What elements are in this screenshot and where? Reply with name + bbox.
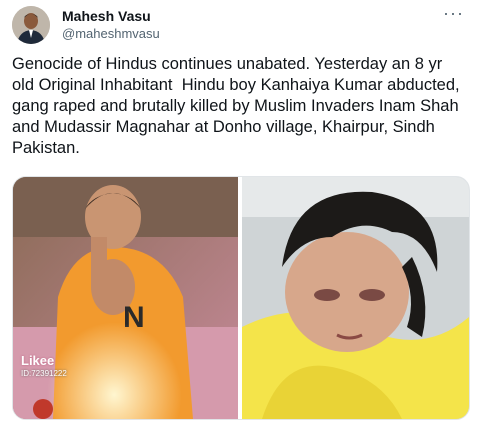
media-grid[interactable]: N Likee ID:72391222 [12,176,470,420]
author-handle[interactable]: @maheshmvasu [62,26,160,41]
author-name[interactable]: Mahesh Vasu [62,8,151,24]
media-image-left[interactable]: N [13,177,238,419]
likee-watermark-id: ID:72391222 [21,369,67,378]
likee-watermark: Likee [21,353,55,368]
user-avatar-icon[interactable] [12,6,50,44]
tweet-text: Genocide of Hindus continues unabated. Y… [12,55,465,157]
media-image-right[interactable] [242,177,469,419]
more-dots-icon[interactable]: ··· [443,4,464,22]
